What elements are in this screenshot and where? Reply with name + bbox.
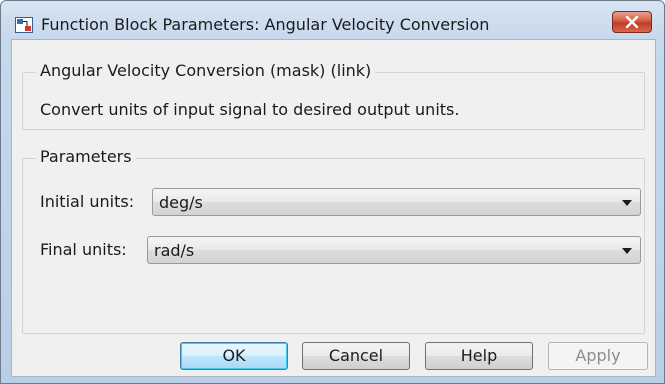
- parameters-group-title: Parameters: [36, 147, 136, 166]
- window-title: Function Block Parameters: Angular Veloc…: [41, 15, 490, 34]
- dialog-client-area: Angular Velocity Conversion (mask) (link…: [11, 39, 656, 377]
- initial-units-value: deg/s: [159, 193, 203, 212]
- final-units-select[interactable]: rad/s: [147, 236, 641, 264]
- initial-units-label: Initial units:: [40, 192, 135, 211]
- apply-button[interactable]: Apply: [548, 342, 648, 370]
- close-icon: [625, 16, 639, 28]
- help-button[interactable]: Help: [425, 342, 533, 370]
- mask-group-title: Angular Velocity Conversion (mask) (link…: [36, 61, 376, 80]
- simulink-block-icon: [15, 17, 33, 33]
- chevron-down-icon: [622, 200, 632, 206]
- chevron-down-icon: [622, 248, 632, 254]
- final-units-label: Final units:: [40, 240, 127, 259]
- mask-description: Convert units of input signal to desired…: [40, 100, 460, 119]
- close-button[interactable]: [612, 11, 652, 33]
- ok-button[interactable]: OK: [180, 342, 288, 370]
- final-units-value: rad/s: [154, 241, 195, 260]
- dialog-window: Function Block Parameters: Angular Veloc…: [0, 0, 665, 384]
- initial-units-select[interactable]: deg/s: [152, 188, 641, 216]
- title-bar[interactable]: Function Block Parameters: Angular Veloc…: [1, 1, 664, 41]
- cancel-button[interactable]: Cancel: [302, 342, 410, 370]
